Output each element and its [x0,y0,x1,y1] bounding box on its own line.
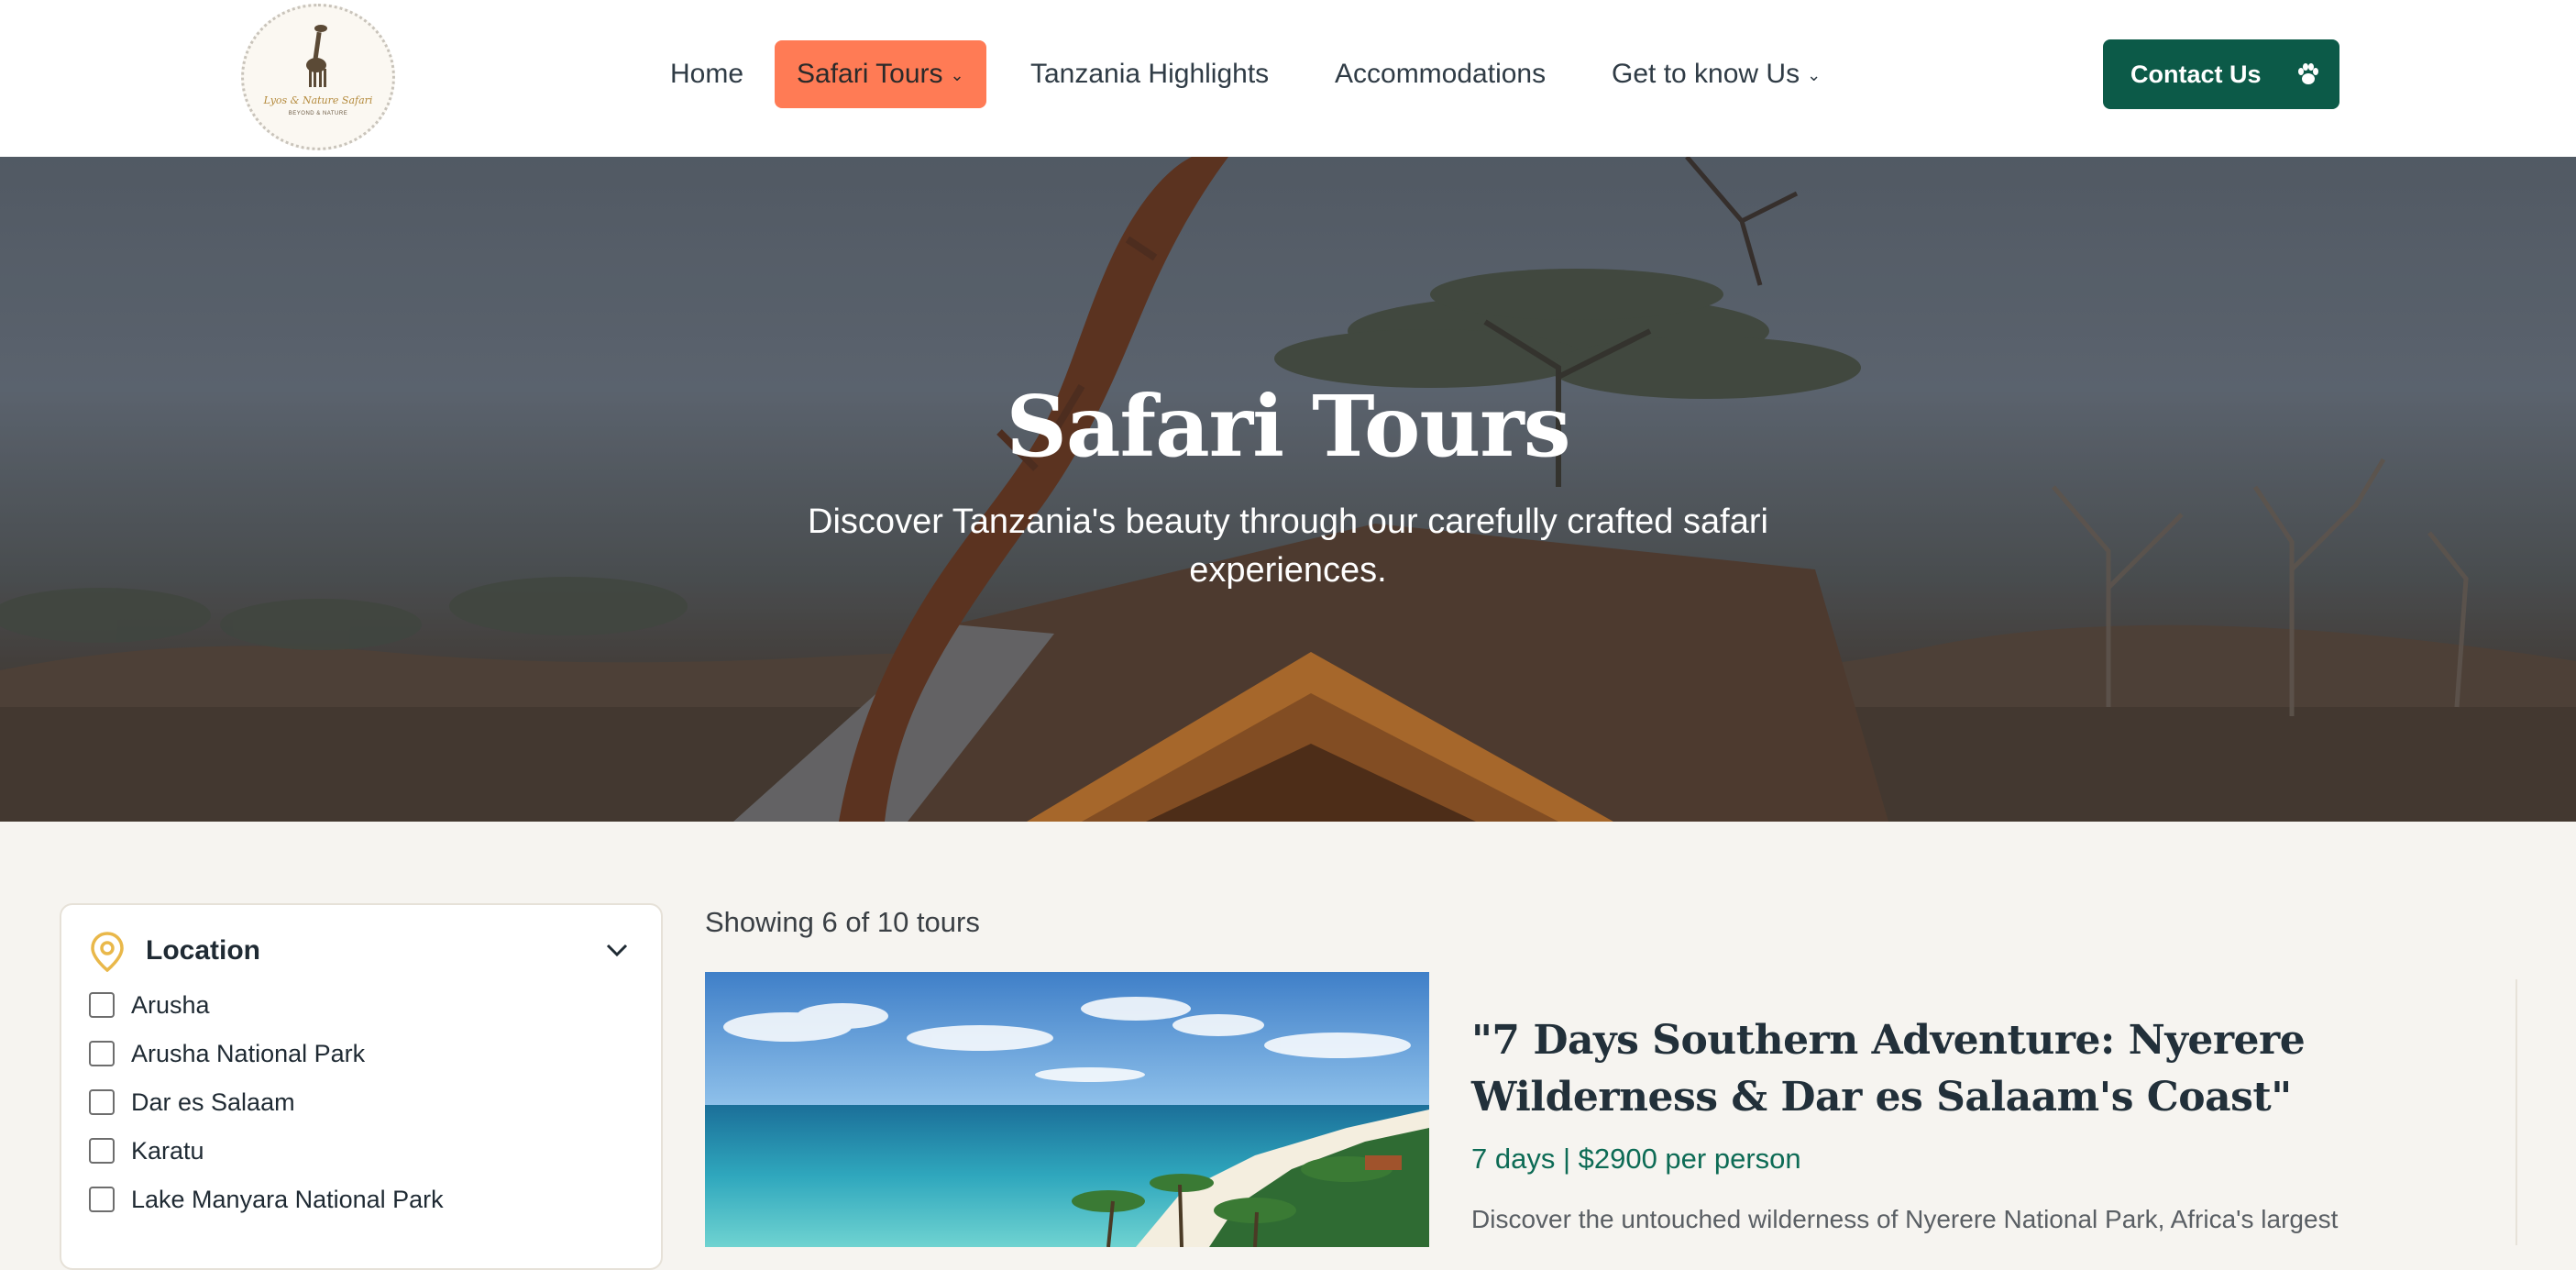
checkbox[interactable] [89,1138,115,1164]
site-logo[interactable]: Lyos & Nature Safari BEYOND & NATURE [241,4,395,150]
checkbox[interactable] [89,992,115,1018]
location-option-label: Arusha [131,991,210,1019]
chevron-down-icon: ⌄ [950,66,964,84]
contact-us-button[interactable]: Contact Us [2103,39,2339,109]
nav-get-to-know-us[interactable]: Get to know Us ⌄ [1612,40,1821,108]
nav-safari-tours-label: Safari Tours [797,59,943,89]
contact-us-label: Contact Us [2130,61,2262,88]
location-option-label: Arusha National Park [131,1040,366,1067]
hero-title: Safari Tours [1006,377,1570,476]
results-summary: Showing 6 of 10 tours [705,906,980,938]
giraffe-icon [306,25,327,87]
nav-home-label: Home [670,59,744,89]
nav-get-to-know-us-label: Get to know Us [1612,59,1800,89]
location-filter-title: Location [146,935,260,966]
card-divider [2515,979,2517,1245]
tour-title[interactable]: "7 Days Southern Adventure: Nyerere Wild… [1471,1012,2489,1126]
beach-image [705,972,1429,1247]
tour-duration-price: 7 days | $2900 per person [1471,1143,1801,1175]
chevron-down-icon[interactable] [605,942,629,958]
tour-image[interactable] [705,972,1429,1247]
site-header: Lyos & Nature Safari BEYOND & NATURE Hom… [0,0,2576,157]
location-option-label: Karatu [131,1137,204,1165]
logo-tagline: BEYOND & NATURE [288,111,348,116]
chevron-down-icon: ⌄ [1807,66,1822,84]
nav-tanzania-highlights-label: Tanzania Highlights [1030,59,1270,89]
hero-subtitle: Discover Tanzania's beauty through our c… [808,502,1768,590]
location-option-label: Lake Manyara National Park [131,1186,444,1213]
hero-banner: Safari Tours Discover Tanzania's beauty … [0,157,2576,822]
checkbox[interactable] [89,1089,115,1115]
hero-overlay [0,157,2576,822]
checkbox[interactable] [89,1041,115,1066]
nav-home[interactable]: Home [670,40,743,108]
nav-safari-tours[interactable]: Safari Tours ⌄ [775,40,986,108]
nav-tanzania-highlights[interactable]: Tanzania Highlights [1030,40,1269,108]
logo-name: Lyos & Nature Safari [263,94,373,106]
checkbox[interactable] [89,1187,115,1212]
tour-card[interactable]: "7 Days Southern Adventure: Nyerere Wild… [705,972,2518,1247]
nav-accommodations-label: Accommodations [1335,59,1547,89]
location-option-label: Dar es Salaam [131,1088,295,1116]
paw-icon [2298,63,2318,84]
location-filter-panel: Location Arusha Arusha National Park Dar… [60,903,663,1270]
nav-accommodations[interactable]: Accommodations [1335,40,1546,108]
location-filter-header[interactable]: Location [61,905,661,997]
map-pin-icon [91,932,124,972]
tour-description: Discover the untouched wilderness of Nye… [1471,1205,2339,1233]
